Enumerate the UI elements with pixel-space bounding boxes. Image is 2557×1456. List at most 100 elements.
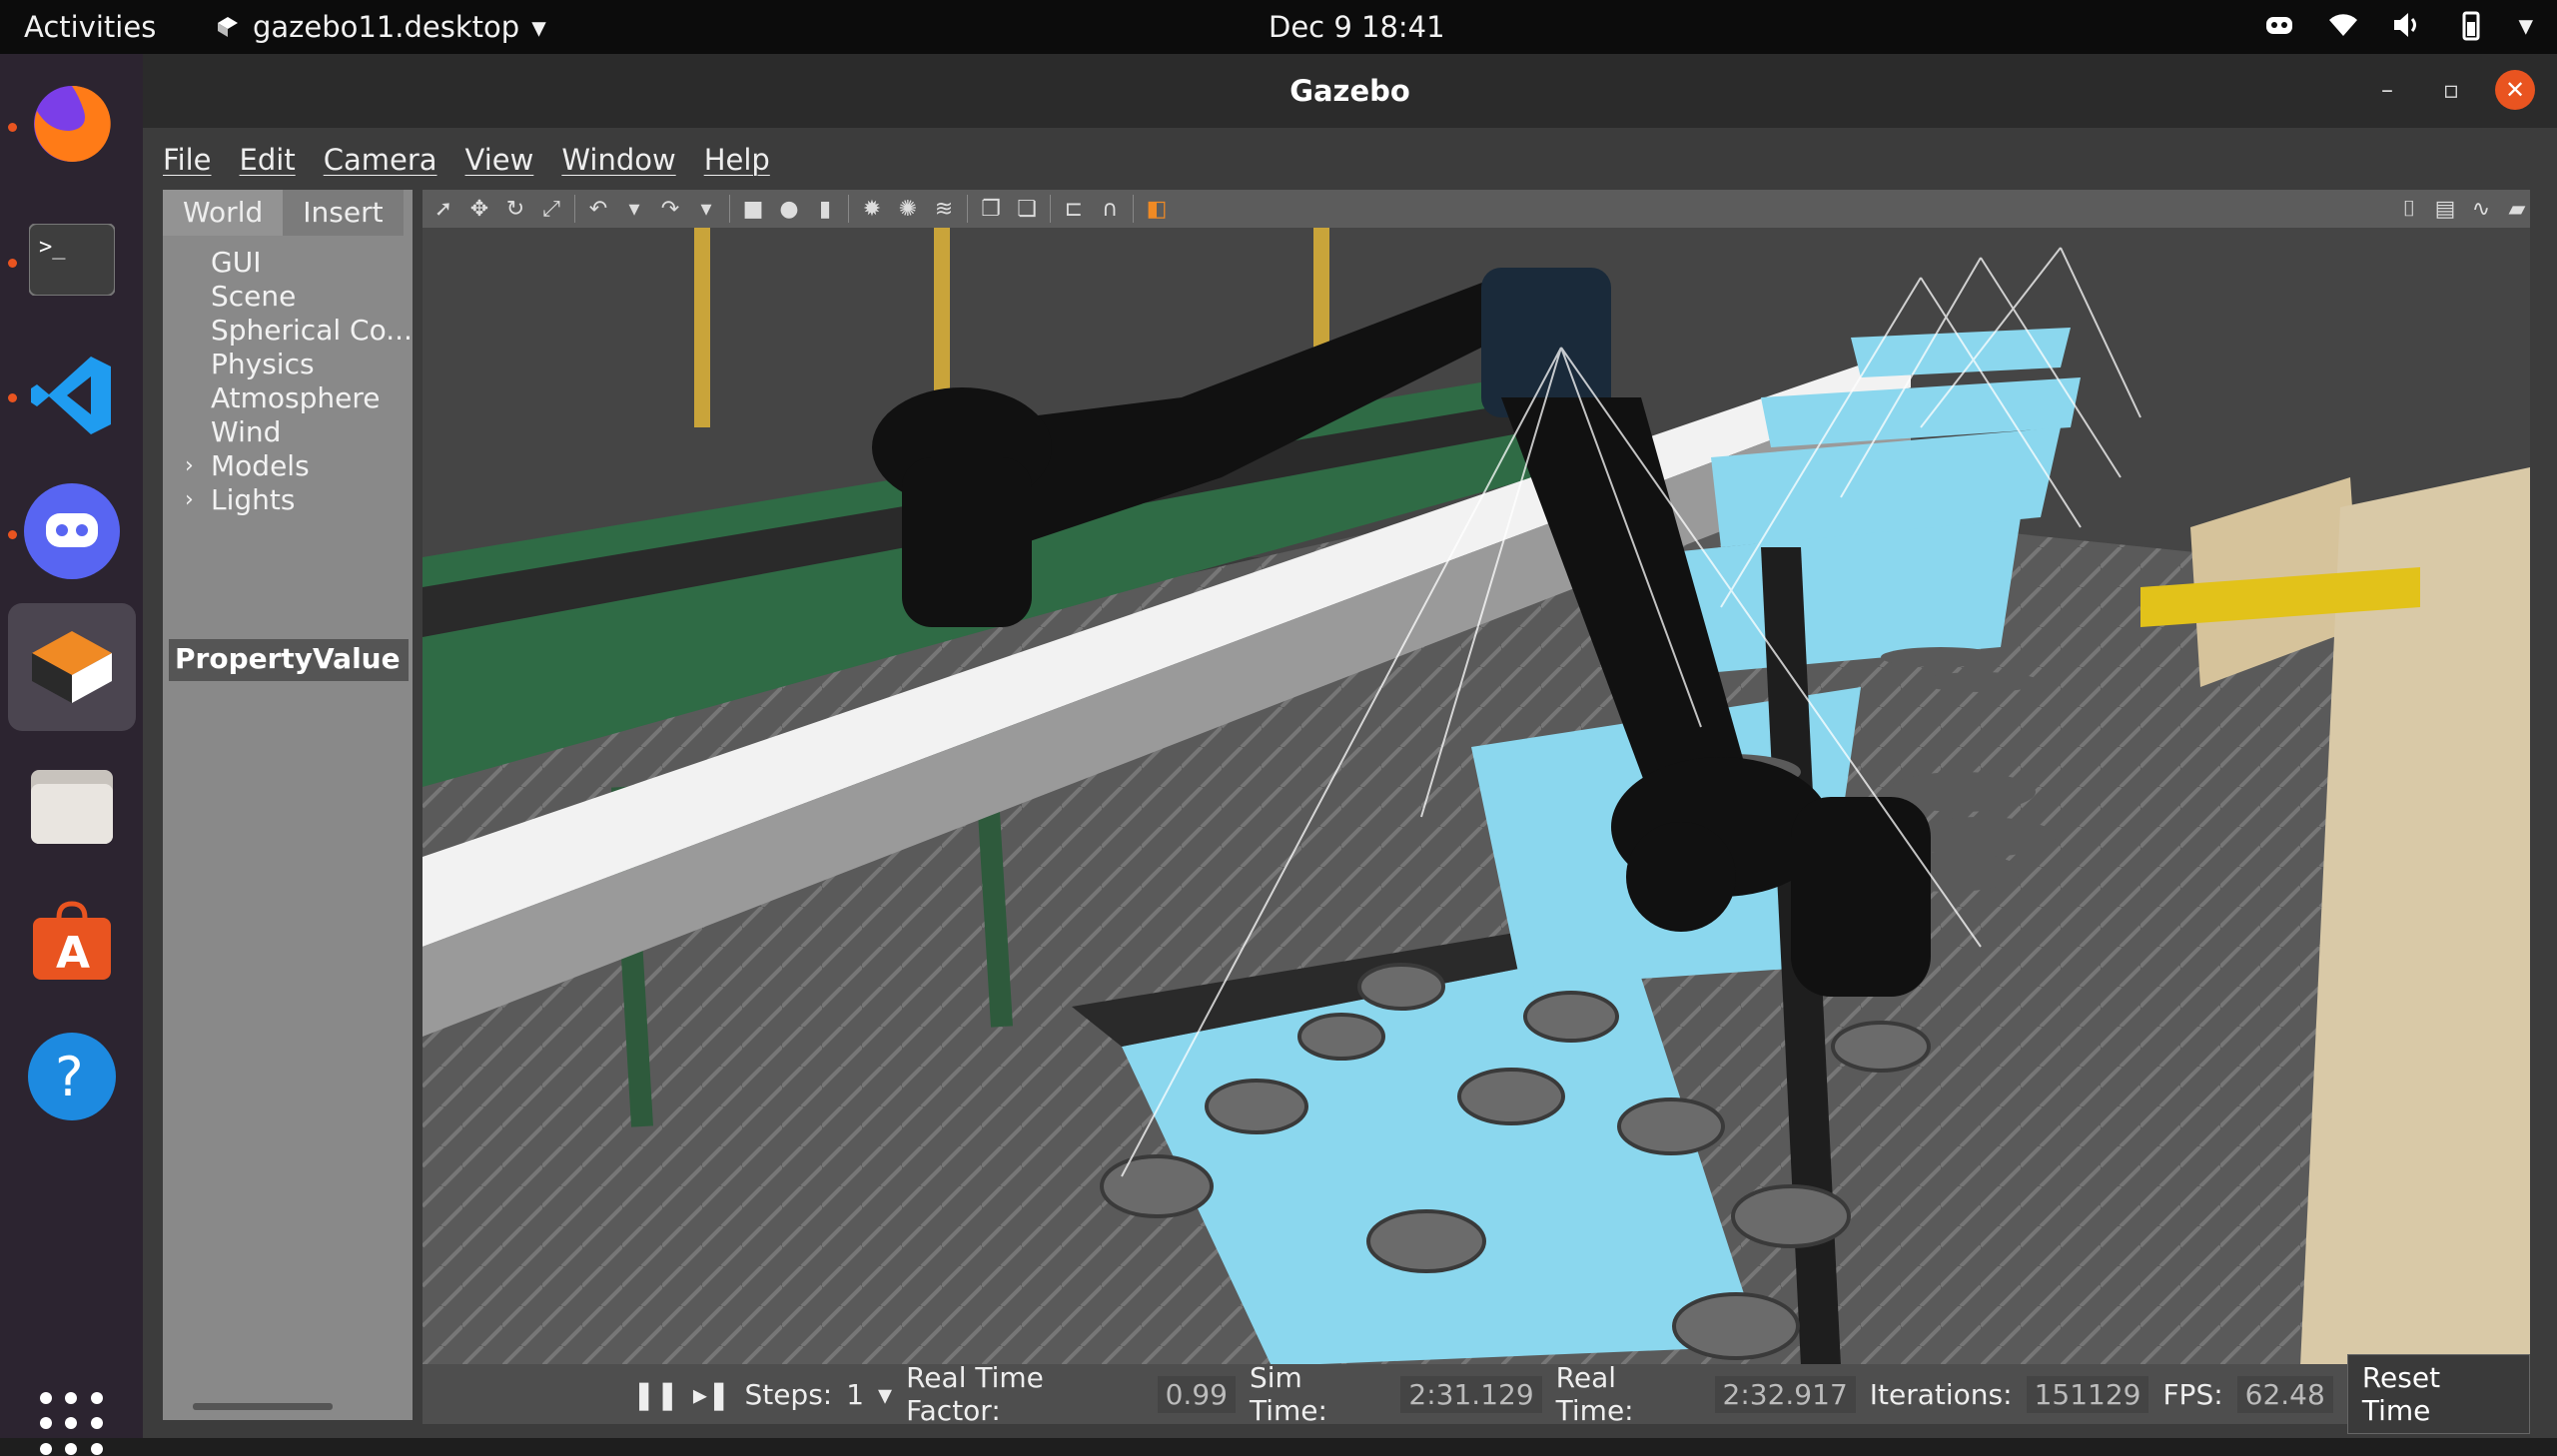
- horizontal-scrollbar[interactable]: [193, 1403, 333, 1410]
- app-name: gazebo11.desktop: [253, 10, 520, 44]
- spot-light-icon[interactable]: ✺: [895, 196, 921, 222]
- select-mode-icon[interactable]: ➚: [430, 196, 456, 222]
- running-indicator: [8, 393, 17, 402]
- toolbar-separator: [848, 195, 849, 223]
- toolbar-separator: [967, 195, 968, 223]
- align-icon[interactable]: ⊏: [1061, 196, 1087, 222]
- redo-icon[interactable]: ↷: [657, 196, 683, 222]
- menu-window[interactable]: Window: [559, 143, 677, 177]
- tree-item-gui[interactable]: GUI: [211, 246, 413, 280]
- rtf-label: Real Time Factor:: [906, 1361, 1044, 1427]
- cylinder-shape-icon[interactable]: ▮: [812, 196, 838, 222]
- gazebo-small-icon: [218, 17, 238, 37]
- scale-mode-icon[interactable]: ⤢: [538, 196, 564, 222]
- point-light-icon[interactable]: ✹: [859, 196, 885, 222]
- menu-file[interactable]: File: [161, 143, 214, 177]
- menu-camera[interactable]: Camera: [322, 143, 439, 177]
- activities-button[interactable]: Activities: [24, 10, 156, 44]
- gazebo-window: Gazebo – ▫ ✕ File Edit Camera View Windo…: [143, 54, 2557, 1438]
- svg-text:>_: >_: [39, 235, 66, 260]
- chevron-down-icon[interactable]: ▾: [878, 1378, 892, 1411]
- step-icon[interactable]: ▸❚: [693, 1378, 731, 1411]
- files-icon[interactable]: [24, 757, 120, 853]
- iterations-value: 151129: [2026, 1375, 2149, 1413]
- help-icon[interactable]: ?: [24, 1029, 120, 1124]
- render-toolbar: ➚ ✥ ↻ ⤢ ↶ ▾ ↷ ▾ ■ ● ▮ ✹ ✺ ≋ ❐ ❏ ⊏ ∩ ◧ ⌷: [423, 190, 2530, 228]
- video-record-icon[interactable]: ▰: [2504, 196, 2530, 222]
- wifi-icon[interactable]: [2326, 8, 2360, 42]
- screenshot-icon[interactable]: ⌷: [2396, 196, 2422, 222]
- render-area: ➚ ✥ ↻ ⤢ ↶ ▾ ↷ ▾ ■ ● ▮ ✹ ✺ ≋ ❐ ❏ ⊏ ∩ ◧ ⌷: [423, 190, 2530, 1434]
- box-shape-icon[interactable]: ■: [740, 196, 766, 222]
- toolbar-separator: [1050, 195, 1051, 223]
- app-center-icon[interactable]: A: [24, 893, 120, 989]
- sim-time-value: 2:31.129: [1400, 1375, 1542, 1413]
- 3d-viewport[interactable]: [423, 228, 2530, 1366]
- copy-icon[interactable]: ❐: [978, 196, 1004, 222]
- close-icon[interactable]: ✕: [2495, 70, 2535, 110]
- rtf-value: 0.99: [1157, 1375, 1236, 1413]
- left-panel: World Insert GUI Scene Spherical Co... P…: [163, 190, 413, 1420]
- toolbar-separator: [1133, 195, 1134, 223]
- app-menu[interactable]: gazebo11.desktop ▾: [215, 10, 546, 44]
- real-time-value: 2:32.917: [1714, 1375, 1856, 1413]
- chevron-down-icon: ▾: [531, 10, 546, 44]
- show-apps-icon[interactable]: [40, 1392, 104, 1456]
- discord-tray-icon[interactable]: [2262, 8, 2296, 42]
- undo-history-icon[interactable]: ▾: [621, 196, 647, 222]
- toolbar-separator: [729, 195, 730, 223]
- translate-mode-icon[interactable]: ✥: [466, 196, 492, 222]
- pause-icon[interactable]: ❚❚: [632, 1378, 679, 1411]
- view-angle-icon[interactable]: ◧: [1144, 196, 1170, 222]
- running-indicator: [8, 123, 17, 132]
- menu-help[interactable]: Help: [702, 143, 772, 177]
- redo-history-icon[interactable]: ▾: [693, 196, 719, 222]
- menu-view[interactable]: View: [463, 143, 536, 177]
- chevron-down-icon[interactable]: ▾: [2518, 8, 2533, 42]
- maximize-icon[interactable]: ▫: [2431, 70, 2471, 110]
- fps-label: FPS:: [2162, 1377, 2223, 1411]
- minimize-icon[interactable]: –: [2367, 70, 2407, 110]
- menu-bar: File Edit Camera View Window Help: [143, 128, 2557, 192]
- running-indicator: [8, 259, 17, 268]
- directional-light-icon[interactable]: ≋: [931, 196, 957, 222]
- tree-item-atmosphere[interactable]: Atmosphere: [211, 381, 413, 415]
- vscode-icon[interactable]: [24, 348, 120, 443]
- tab-insert[interactable]: Insert: [283, 190, 404, 236]
- firefox-icon[interactable]: [24, 76, 120, 172]
- tree-item-lights[interactable]: Lights: [185, 483, 413, 517]
- svg-text:A: A: [56, 928, 90, 979]
- terminal-icon[interactable]: >_: [24, 212, 120, 308]
- steps-label: Steps:: [744, 1377, 833, 1411]
- tree-item-wind[interactable]: Wind: [211, 415, 413, 449]
- steps-value[interactable]: 1: [846, 1378, 864, 1411]
- system-tray[interactable]: ▾: [2262, 8, 2533, 42]
- property-header: PropertyValue: [169, 639, 409, 681]
- discord-icon[interactable]: [24, 483, 120, 579]
- sim-time-label: Sim Time:: [1249, 1361, 1327, 1427]
- sphere-shape-icon[interactable]: ●: [776, 196, 802, 222]
- tree-item-scene[interactable]: Scene: [211, 280, 413, 314]
- tree-item-models[interactable]: Models: [185, 449, 413, 483]
- tree-item-spherical-coordinates[interactable]: Spherical Co...: [211, 314, 413, 348]
- clock[interactable]: Dec 9 18:41: [1269, 10, 1445, 44]
- panel-tabs: World Insert: [163, 190, 413, 236]
- window-title: Gazebo: [1289, 74, 1410, 108]
- status-bar: ❚❚ ▸❚ Steps: 1 ▾ Real Time Factor: 0.99 …: [423, 1354, 2530, 1434]
- plot-icon[interactable]: ∿: [2468, 196, 2494, 222]
- window-titlebar[interactable]: Gazebo – ▫ ✕: [143, 54, 2557, 128]
- snap-icon[interactable]: ∩: [1097, 196, 1123, 222]
- menu-edit[interactable]: Edit: [238, 143, 298, 177]
- paste-icon[interactable]: ❏: [1014, 196, 1040, 222]
- reset-time-button[interactable]: Reset Time: [2346, 1354, 2530, 1434]
- world-tree: GUI Scene Spherical Co... Physics Atmosp…: [163, 236, 413, 517]
- rotate-mode-icon[interactable]: ↻: [502, 196, 528, 222]
- log-icon[interactable]: ▤: [2432, 196, 2458, 222]
- gazebo-icon[interactable]: [8, 603, 136, 731]
- battery-icon[interactable]: [2454, 8, 2488, 42]
- svg-text:?: ?: [55, 1046, 84, 1108]
- tab-world[interactable]: World: [163, 190, 284, 236]
- tree-item-physics[interactable]: Physics: [211, 348, 413, 381]
- undo-icon[interactable]: ↶: [585, 196, 611, 222]
- volume-icon[interactable]: [2390, 8, 2424, 42]
